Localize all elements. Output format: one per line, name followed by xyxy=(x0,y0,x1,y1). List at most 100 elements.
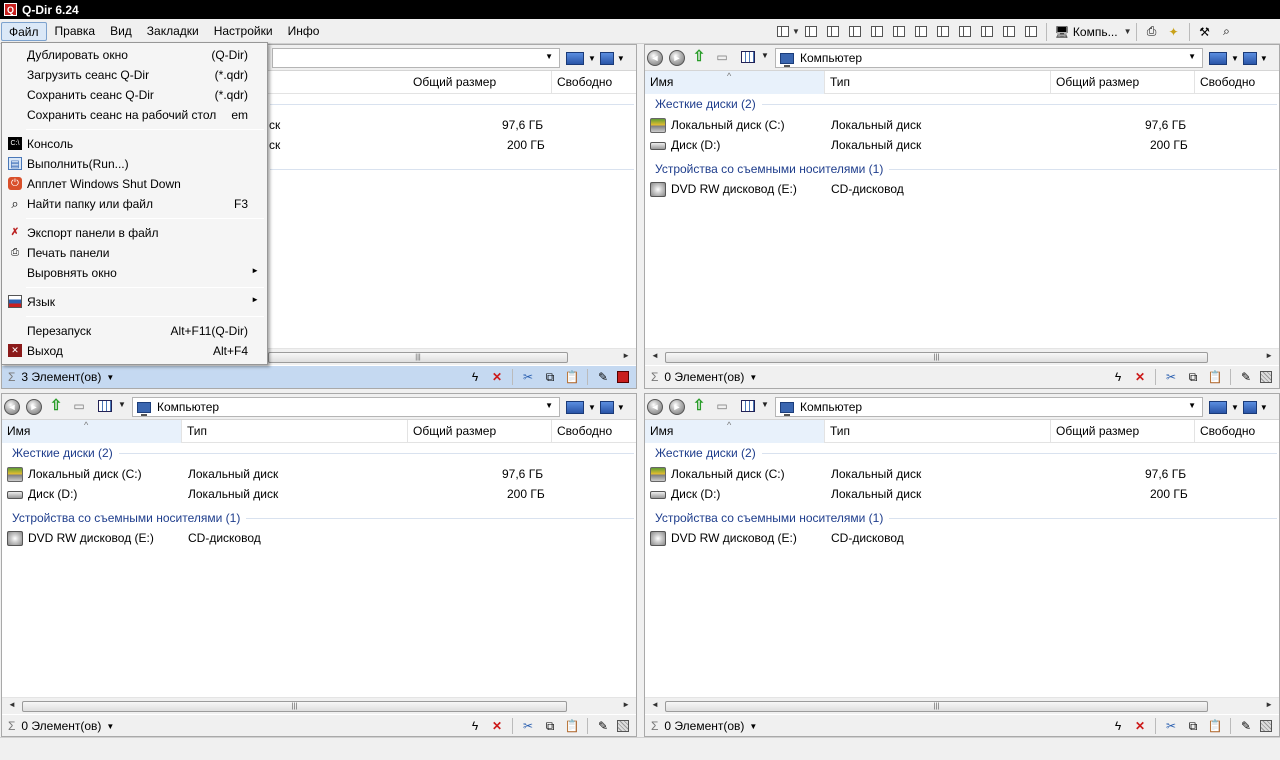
table-row[interactable]: DVD RW дисковод (E:) CD-дисковод xyxy=(645,180,1279,200)
forward-icon[interactable]: ► xyxy=(669,50,685,66)
menu-save-session-desktop[interactable]: Сохранить сеанс на рабочий стол em xyxy=(4,105,265,125)
layout-grid-icon[interactable] xyxy=(777,26,789,37)
column-type[interactable]: Тип xyxy=(182,420,408,443)
app-icon[interactable]: Q xyxy=(4,3,17,16)
chevron-down-icon[interactable]: ▼ xyxy=(761,51,769,60)
properties-icon[interactable] xyxy=(617,371,629,383)
chevron-down-icon[interactable]: ▼ xyxy=(106,722,114,731)
chevron-down-icon[interactable]: ▼ xyxy=(1260,403,1268,412)
horizontal-scrollbar[interactable]: ◄ ||| ► xyxy=(645,697,1279,714)
scroll-right-icon[interactable]: ► xyxy=(622,351,630,360)
layout-6-icon[interactable] xyxy=(914,26,927,37)
tools-icon[interactable]: ⚒ xyxy=(1197,24,1213,40)
table-row[interactable]: Локальный диск (C:) Локальный диск 97,6 … xyxy=(2,465,636,485)
rename-icon[interactable]: ✎ xyxy=(595,369,611,385)
column-size[interactable]: Общий размер xyxy=(408,420,552,443)
menu-edit[interactable]: Правка xyxy=(48,22,103,41)
menu-run[interactable]: ▤ Выполнить(Run...) xyxy=(4,154,265,174)
chevron-down-icon[interactable]: ▼ xyxy=(761,400,769,409)
up-folder-icon[interactable]: ⇧ xyxy=(691,49,707,65)
group-header[interactable]: Устройства со съемными носителями (1) xyxy=(12,511,634,525)
delete-icon[interactable]: ✕ xyxy=(489,718,505,734)
group-header[interactable]: Устройства со съемными носителями (1) xyxy=(655,162,1277,176)
column-name[interactable]: Имя ^ xyxy=(2,420,182,443)
menu-align-window[interactable]: Выровнять окно ► xyxy=(4,263,265,283)
horizontal-scrollbar[interactable]: ◄ ||| ► xyxy=(645,348,1279,365)
table-row[interactable]: DVD RW дисковод (E:) CD-дисковод xyxy=(2,529,636,549)
menu-print-pane[interactable]: ⎙ Печать панели xyxy=(4,243,265,263)
rename-icon[interactable]: ✎ xyxy=(1238,369,1254,385)
cut-icon[interactable]: ✂ xyxy=(1163,369,1179,385)
address-field[interactable]: Компьютер ▼ xyxy=(775,397,1203,417)
paste-icon[interactable]: 📋 xyxy=(564,718,580,734)
scroll-left-icon[interactable]: ◄ xyxy=(651,700,659,709)
layout-3-icon[interactable] xyxy=(848,26,861,37)
favorites-icon[interactable]: ✦ xyxy=(1166,24,1182,40)
group-header[interactable]: Устройства со съемными носителями (1) xyxy=(655,511,1277,525)
paste-icon[interactable]: 📋 xyxy=(1207,718,1223,734)
chevron-down-icon[interactable]: ▼ xyxy=(545,52,553,61)
scroll-right-icon[interactable]: ► xyxy=(622,700,630,709)
scrollbar-thumb[interactable]: ||| xyxy=(665,352,1208,363)
scroll-right-icon[interactable]: ► xyxy=(1265,700,1273,709)
cut-icon[interactable]: ✂ xyxy=(520,369,536,385)
column-free[interactable]: Свободно xyxy=(552,420,636,443)
up-folder-icon[interactable]: ⇧ xyxy=(691,398,707,414)
properties-icon[interactable] xyxy=(1260,720,1272,732)
layout-9-icon[interactable] xyxy=(980,26,993,37)
new-folder-icon[interactable]: ▭ xyxy=(71,399,87,413)
view-mode-icon[interactable] xyxy=(741,400,755,412)
menu-duplicate-window[interactable]: Дублировать окно (Q-Dir) xyxy=(4,45,265,65)
lightning-icon[interactable]: ϟ xyxy=(1110,718,1126,734)
rename-icon[interactable]: ✎ xyxy=(595,718,611,734)
view-mode-icon[interactable] xyxy=(741,51,755,63)
layout-1-icon[interactable] xyxy=(804,26,817,37)
layout-10-icon[interactable] xyxy=(1002,26,1015,37)
menu-export-pane[interactable]: ✗ Экспорт панели в файл xyxy=(4,223,265,243)
layout-2-icon[interactable] xyxy=(826,26,839,37)
scrollbar-thumb[interactable]: ||| xyxy=(22,701,567,712)
monitor-icon[interactable] xyxy=(599,51,614,65)
chevron-down-icon[interactable]: ▼ xyxy=(588,403,596,412)
monitor-icon[interactable] xyxy=(1209,400,1227,414)
table-row[interactable]: Локальный диск (C:) Локальный диск 97,6 … xyxy=(645,465,1279,485)
delete-icon[interactable]: ✕ xyxy=(1132,369,1148,385)
address-field[interactable]: Компьютер ▼ xyxy=(775,48,1203,68)
column-type[interactable]: Тип xyxy=(825,71,1051,94)
table-row[interactable]: Диск (D:) Локальный диск 200 ГБ xyxy=(645,485,1279,505)
chevron-down-icon[interactable]: ▼ xyxy=(545,401,553,410)
copy-icon[interactable]: ⧉ xyxy=(1185,718,1201,734)
back-icon[interactable]: ◄ xyxy=(4,399,20,415)
column-name[interactable]: Имя ^ xyxy=(645,71,825,94)
delete-icon[interactable]: ✕ xyxy=(1132,718,1148,734)
print-icon[interactable]: ⎙ xyxy=(1144,24,1160,40)
properties-icon[interactable] xyxy=(617,720,629,732)
chevron-down-icon[interactable]: ▼ xyxy=(617,403,625,412)
monitor-icon[interactable] xyxy=(566,51,584,65)
monitor-icon[interactable] xyxy=(566,400,584,414)
computer-icon[interactable]: 🖥 xyxy=(1054,24,1070,40)
lightning-icon[interactable]: ϟ xyxy=(467,718,483,734)
group-header[interactable]: Жесткие диски (2) xyxy=(12,446,634,460)
monitor-icon[interactable] xyxy=(1242,400,1257,414)
column-free[interactable]: Свободно xyxy=(1195,71,1279,94)
copy-icon[interactable]: ⧉ xyxy=(542,718,558,734)
column-free[interactable]: Свободно xyxy=(1195,420,1279,443)
address-field[interactable]: ▼ xyxy=(272,48,560,68)
layout-5-icon[interactable] xyxy=(892,26,905,37)
address-dropdown-icon[interactable]: ▼ xyxy=(1124,27,1132,36)
chevron-down-icon[interactable]: ▼ xyxy=(749,373,757,382)
view-mode-icon[interactable] xyxy=(98,400,112,412)
item-count[interactable]: 0 Элемент(ов) xyxy=(664,370,744,384)
chevron-down-icon[interactable]: ▼ xyxy=(588,54,596,63)
chevron-down-icon[interactable]: ▼ xyxy=(749,722,757,731)
cut-icon[interactable]: ✂ xyxy=(520,718,536,734)
menu-restart[interactable]: Перезапуск Alt+F11(Q-Dir) xyxy=(4,321,265,341)
column-size[interactable]: Общий размер xyxy=(408,71,552,94)
chevron-down-icon[interactable]: ▼ xyxy=(1231,403,1239,412)
menu-shutdown-applet[interactable]: ⏻ Апплет Windows Shut Down xyxy=(4,174,265,194)
monitor-icon[interactable] xyxy=(599,400,614,414)
menu-file[interactable]: Файл xyxy=(1,21,47,41)
toolbar-address-label[interactable]: Компь... xyxy=(1073,25,1118,39)
zoom-icon[interactable]: ⌕ xyxy=(1219,24,1235,40)
